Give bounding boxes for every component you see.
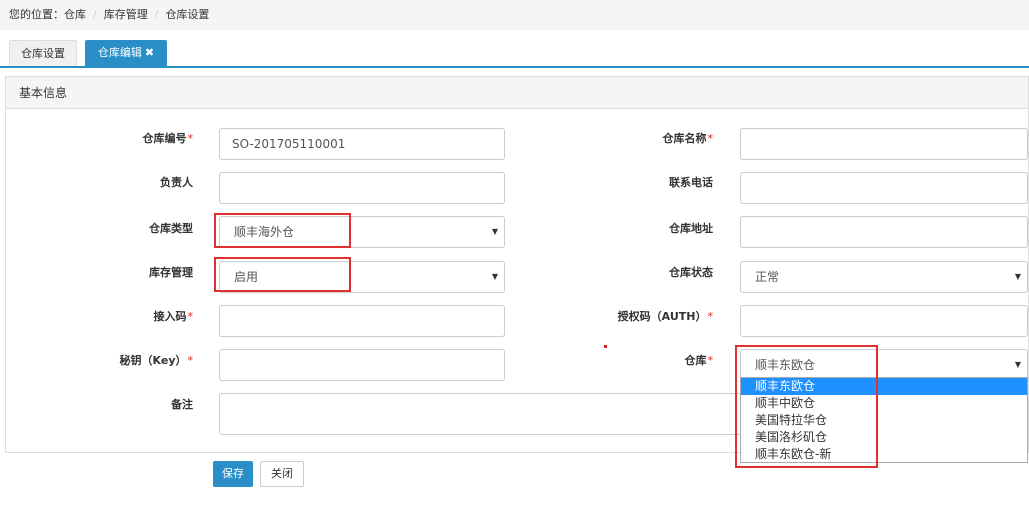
warehouse-address-label: 仓库地址	[669, 222, 713, 235]
warehouse-dropdown-list: 顺丰东欧仓 顺丰中欧仓 美国特拉华仓 美国洛杉矶仓 顺丰东欧仓-新	[740, 377, 1028, 463]
stock-management-select[interactable]: 启用 ▼	[219, 261, 505, 293]
save-button[interactable]: 保存	[213, 461, 253, 487]
warehouse-code-input[interactable]: SO-201705110001	[219, 128, 505, 160]
stock-management-label: 库存管理	[149, 266, 193, 279]
breadcrumb: 您的位置：仓库 / 库存管理 / 仓库设置	[0, 0, 1029, 30]
breadcrumb-item-inventory[interactable]: 库存管理	[104, 8, 148, 21]
warehouse-status-label: 仓库状态	[669, 266, 713, 279]
caret-down-icon: ▼	[491, 227, 498, 236]
warehouse-option[interactable]: 美国特拉华仓	[741, 412, 1027, 429]
warehouse-code-label: 仓库编号*	[142, 132, 194, 145]
warehouse-option[interactable]: 顺丰东欧仓-新	[741, 446, 1027, 463]
owner-input[interactable]	[219, 172, 505, 204]
caret-down-icon: ▼	[491, 272, 498, 281]
tab-warehouse-edit[interactable]: 仓库编辑 ✖	[85, 40, 167, 66]
breadcrumb-prefix: 您的位置：	[9, 8, 64, 21]
auth-code-label: 授权码（AUTH）*	[617, 310, 713, 323]
red-dot-marker	[604, 345, 607, 348]
warehouse-type-select[interactable]: 顺丰海外仓 ▼	[219, 216, 505, 248]
warehouse-name-input[interactable]	[740, 128, 1028, 160]
tab-bar: 仓库设置 仓库编辑 ✖	[0, 40, 1029, 68]
access-code-input[interactable]	[219, 305, 505, 337]
warehouse-select[interactable]: 顺丰东欧仓 ▼	[740, 349, 1028, 379]
close-button[interactable]: 关闭	[260, 461, 304, 487]
remark-label: 备注	[171, 398, 193, 411]
breadcrumb-item-warehouse[interactable]: 仓库	[64, 8, 86, 21]
warehouse-status-value: 正常	[755, 270, 780, 284]
warehouse-type-value: 顺丰海外仓	[234, 225, 295, 239]
breadcrumb-separator: /	[93, 8, 97, 21]
close-icon[interactable]: ✖	[145, 46, 154, 59]
tab-warehouse-settings[interactable]: 仓库设置	[9, 40, 77, 66]
panel-title: 基本信息	[6, 77, 1028, 109]
owner-label: 负责人	[160, 176, 193, 189]
phone-label: 联系电话	[669, 176, 713, 189]
warehouse-option[interactable]: 美国洛杉矶仓	[741, 429, 1027, 446]
warehouse-type-label: 仓库类型	[149, 222, 193, 235]
warehouse-address-input[interactable]	[740, 216, 1028, 248]
breadcrumb-item-settings: 仓库设置	[165, 8, 210, 21]
secret-key-input[interactable]	[219, 349, 505, 381]
phone-input[interactable]	[740, 172, 1028, 204]
auth-code-input[interactable]	[740, 305, 1028, 337]
warehouse-select-value: 顺丰东欧仓	[755, 358, 816, 372]
caret-down-icon: ▼	[1014, 272, 1021, 281]
warehouse-label: 仓库*	[684, 354, 714, 367]
warehouse-status-select[interactable]: 正常 ▼	[740, 261, 1028, 293]
warehouse-option[interactable]: 顺丰中欧仓	[741, 395, 1027, 412]
warehouse-name-label: 仓库名称*	[662, 132, 714, 145]
access-code-label: 接入码*	[153, 310, 194, 323]
stock-management-value: 启用	[234, 270, 259, 284]
tab-warehouse-edit-label: 仓库编辑	[97, 46, 142, 59]
breadcrumb-separator: /	[154, 8, 159, 21]
caret-down-icon: ▼	[1014, 360, 1021, 369]
secret-key-label: 秘钥（Key）*	[119, 354, 193, 367]
warehouse-option[interactable]: 顺丰东欧仓	[741, 378, 1027, 395]
